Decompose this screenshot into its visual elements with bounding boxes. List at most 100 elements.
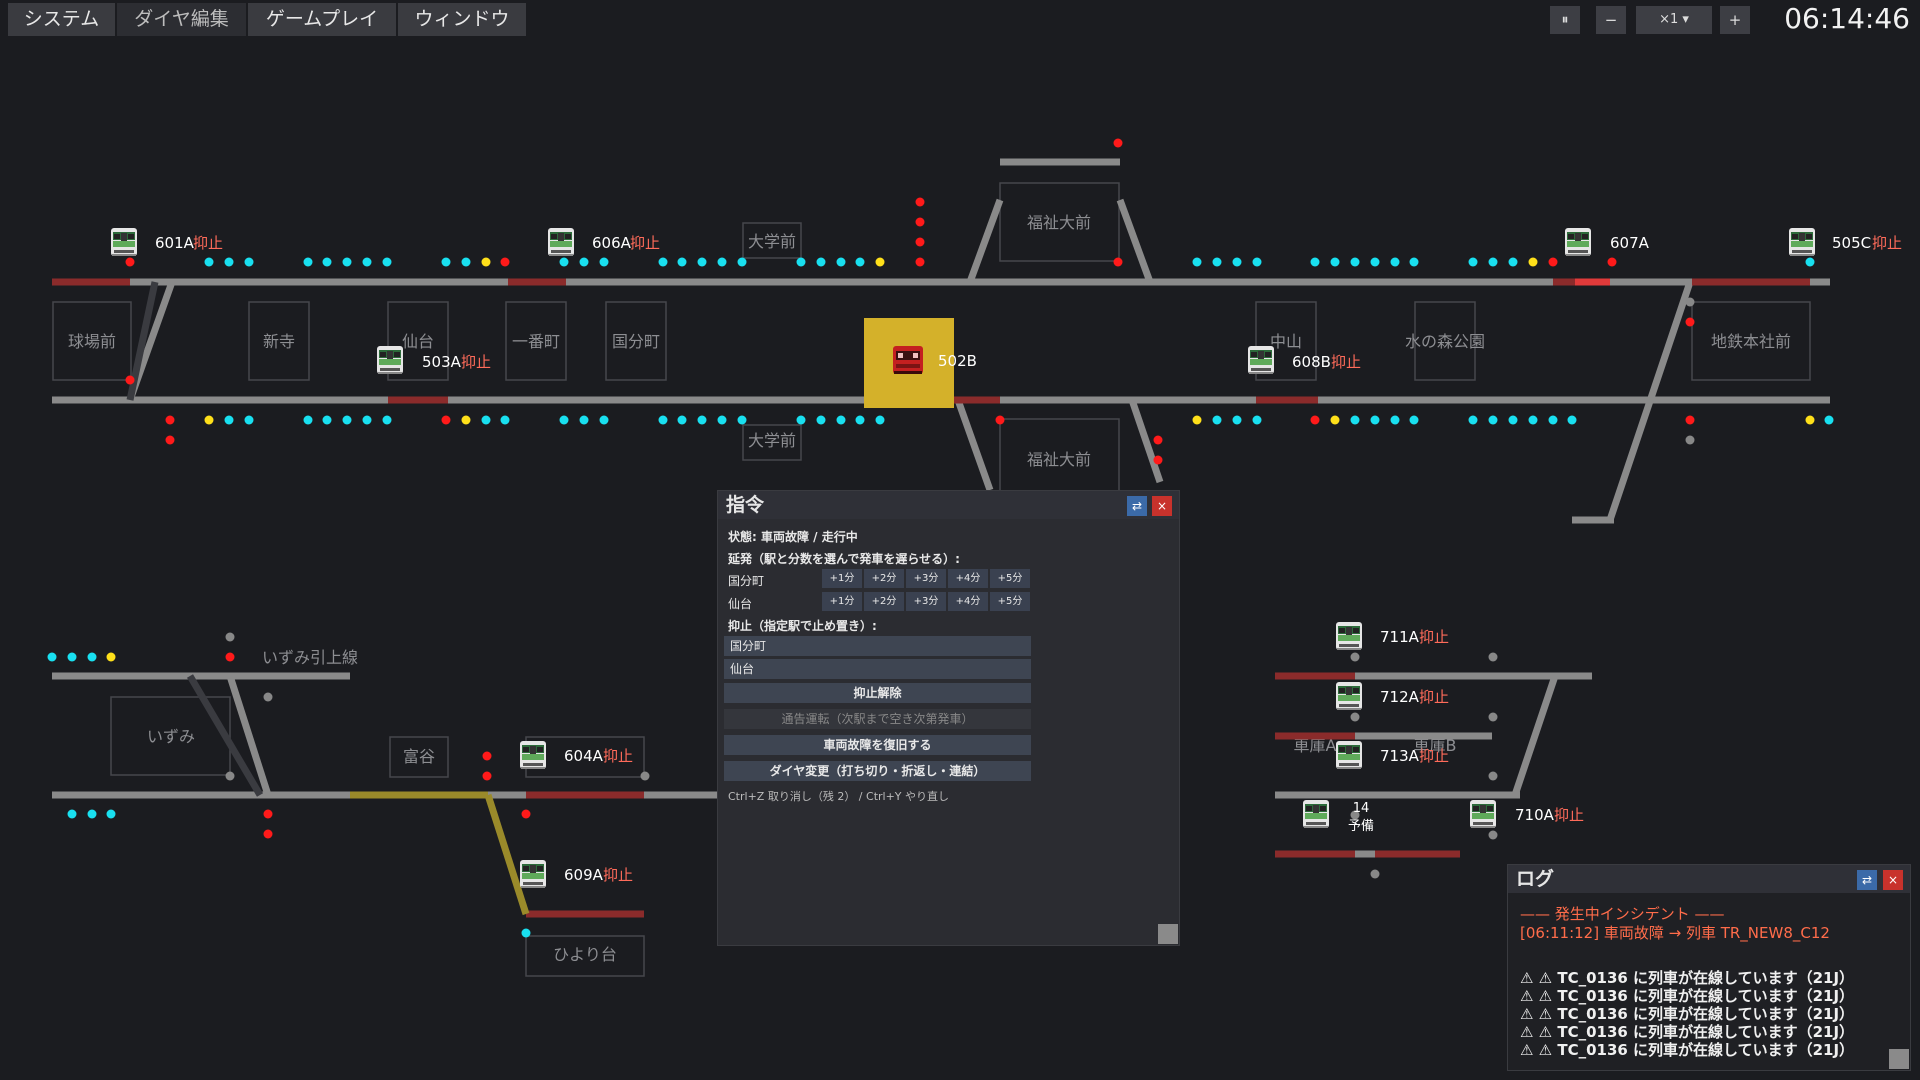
signal-lamp[interactable] [677,415,687,425]
train-505C[interactable]: 505C 抑止 [1789,228,1902,256]
signal-lamp[interactable] [224,257,234,267]
delay-button[interactable]: +5分 [990,569,1030,588]
signal-lamp[interactable] [106,652,116,662]
signal-lamp[interactable] [697,257,707,267]
hold-station-button[interactable]: 仙台 [724,659,1031,679]
swap-icon[interactable]: ⇄ [1857,870,1877,890]
signal-lamp[interactable] [1192,257,1202,267]
signal-lamp[interactable] [500,257,510,267]
speed-decrease-button[interactable]: − [1596,6,1626,34]
signal-lamp[interactable] [225,652,235,662]
signal-lamp[interactable] [47,652,57,662]
signal-lamp[interactable] [717,257,727,267]
swap-icon[interactable]: ⇄ [1127,496,1147,516]
signal-lamp[interactable] [1310,415,1320,425]
signal-lamp[interactable] [1252,415,1262,425]
speed-increase-button[interactable]: + [1720,6,1750,34]
signal-lamp[interactable] [263,692,273,702]
signal-lamp[interactable] [1488,652,1498,662]
signal-lamp[interactable] [67,652,77,662]
signal-lamp[interactable] [125,375,135,385]
signal-lamp[interactable] [1805,257,1815,267]
signal-lamp[interactable] [658,415,668,425]
signal-lamp[interactable] [500,415,510,425]
speed-select[interactable]: ×1 ▾ [1636,6,1712,34]
signal-lamp[interactable] [521,809,531,819]
signal-lamp[interactable] [106,809,116,819]
signal-lamp[interactable] [1370,415,1380,425]
signal-lamp[interactable] [737,415,747,425]
signal-lamp[interactable] [461,415,471,425]
signal-lamp[interactable] [1685,415,1695,425]
signal-lamp[interactable] [125,257,135,267]
signal-lamp[interactable] [1409,415,1419,425]
log-window-header[interactable]: ログ ⇄ × [1508,865,1910,893]
signal-lamp[interactable] [225,632,235,642]
train-606A[interactable]: 606A 抑止 [548,228,660,256]
train-601A[interactable]: 601A 抑止 [111,228,223,256]
signal-lamp[interactable] [1508,415,1518,425]
delay-button[interactable]: +5分 [990,592,1030,611]
signal-lamp[interactable] [915,257,925,267]
signal-lamp[interactable] [362,415,372,425]
signal-lamp[interactable] [1409,257,1419,267]
resize-handle[interactable] [1158,924,1178,944]
signal-lamp[interactable] [1488,712,1498,722]
train-711A[interactable]: 711A 抑止 [1336,622,1449,650]
command-window-header[interactable]: 指令 ⇄ × [718,491,1179,519]
signal-lamp[interactable] [263,809,273,819]
menu-diagram-edit[interactable]: ダイヤ編集 [117,3,246,36]
signal-lamp[interactable] [995,415,1005,425]
signal-lamp[interactable] [244,257,254,267]
signal-lamp[interactable] [224,415,234,425]
signal-lamp[interactable] [1252,257,1262,267]
signal-lamp[interactable] [579,415,589,425]
signal-lamp[interactable] [1685,435,1695,445]
signal-lamp[interactable] [1508,257,1518,267]
close-icon[interactable]: × [1883,870,1903,890]
signal-lamp[interactable] [1468,257,1478,267]
delay-button[interactable]: +1分 [822,569,862,588]
signal-lamp[interactable] [1824,415,1834,425]
signal-lamp[interactable] [697,415,707,425]
signal-lamp[interactable] [1390,257,1400,267]
train-604A[interactable]: 604A 抑止 [520,741,633,769]
pause-button[interactable]: ⏸ [1550,6,1580,34]
signal-lamp[interactable] [87,652,97,662]
delay-button[interactable]: +4分 [948,592,988,611]
signal-lamp[interactable] [677,257,687,267]
train-607A[interactable]: 607A [1565,228,1650,256]
repair-failure-button[interactable]: 車両故障を復旧する [724,735,1031,755]
signal-lamp[interactable] [1468,415,1478,425]
signal-lamp[interactable] [67,809,77,819]
signal-lamp[interactable] [599,257,609,267]
signal-lamp[interactable] [342,257,352,267]
signal-lamp[interactable] [461,257,471,267]
signal-lamp[interactable] [1370,869,1380,879]
train-712A[interactable]: 712A 抑止 [1336,682,1449,710]
signal-lamp[interactable] [382,257,392,267]
menu-system[interactable]: システム [8,3,115,36]
release-hold-button[interactable]: 抑止解除 [724,683,1031,703]
signal-lamp[interactable] [165,415,175,425]
signal-lamp[interactable] [1548,415,1558,425]
signal-lamp[interactable] [717,415,727,425]
signal-lamp[interactable] [1232,257,1242,267]
train-609A[interactable]: 609A 抑止 [520,860,633,888]
signal-lamp[interactable] [225,771,235,781]
delay-button[interactable]: +1分 [822,592,862,611]
signal-lamp[interactable] [796,415,806,425]
signal-lamp[interactable] [1685,297,1695,307]
signal-lamp[interactable] [1488,771,1498,781]
signal-lamp[interactable] [1685,317,1695,327]
signal-lamp[interactable] [816,257,826,267]
signal-lamp[interactable] [482,771,492,781]
delay-button[interactable]: +3分 [906,569,946,588]
delay-button[interactable]: +3分 [906,592,946,611]
signal-lamp[interactable] [658,257,668,267]
signal-lamp[interactable] [482,751,492,761]
train-608B[interactable]: 608B 抑止 [1248,346,1361,374]
signal-lamp[interactable] [1192,415,1202,425]
signal-lamp[interactable] [441,415,451,425]
signal-lamp[interactable] [1488,257,1498,267]
